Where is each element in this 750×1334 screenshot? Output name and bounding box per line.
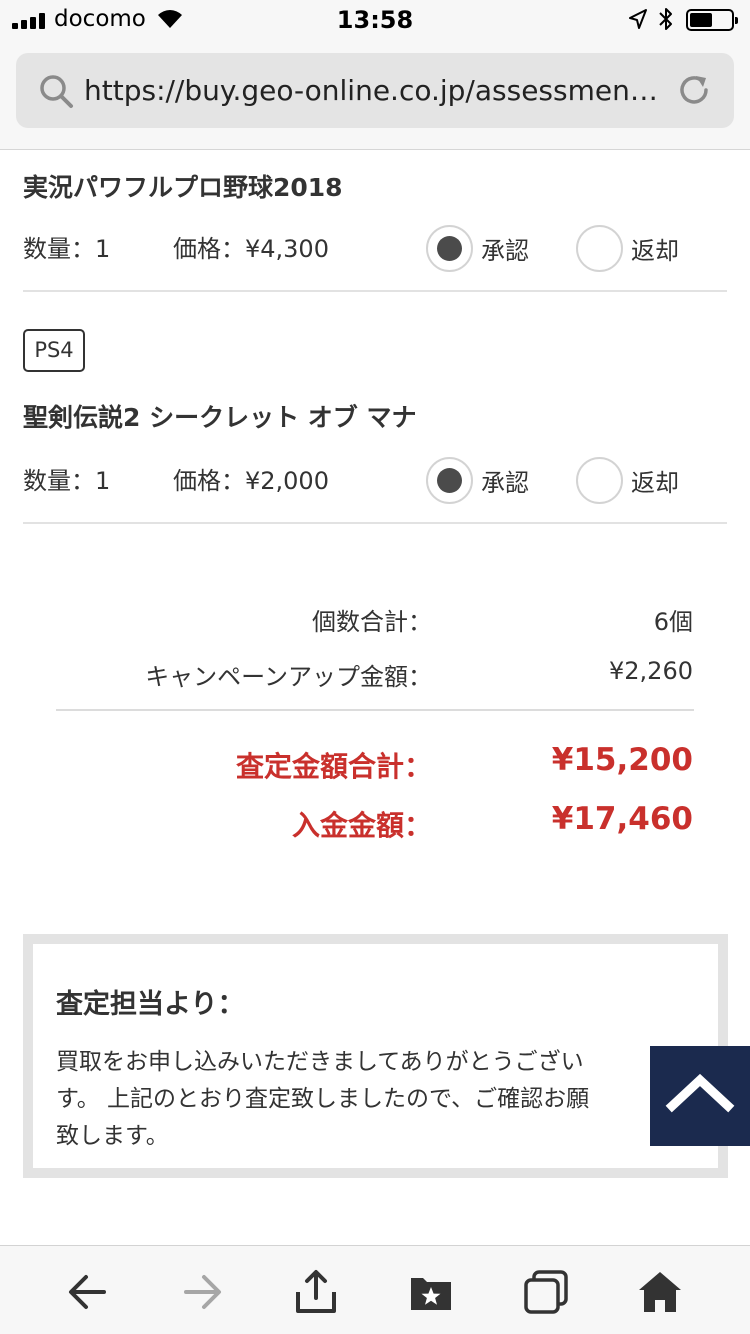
deposit-amount-label: 入金金額： — [291, 809, 432, 842]
location-icon — [629, 9, 647, 29]
product-price: 価格：¥4,300 — [173, 235, 329, 263]
product-quantity: 数量：1 — [23, 467, 111, 495]
return-radio[interactable] — [576, 224, 623, 272]
status-bar: docomo 13:58 — [0, 0, 750, 40]
bluetooth-icon — [659, 8, 672, 30]
return-radio-option[interactable]: 返却 — [576, 456, 679, 504]
return-radio-option[interactable]: 返却 — [576, 224, 679, 272]
campaign-amount-value: ¥2,260 — [609, 657, 693, 685]
browser-address-area: https://buy.geo-online.co.jp/assessment.… — [0, 40, 750, 150]
approve-radio[interactable] — [426, 456, 473, 504]
assessment-total-label: 査定金額合計： — [235, 750, 432, 783]
scroll-to-top-button[interactable] — [650, 1046, 750, 1146]
campaign-amount-label: キャンペーンアップ金額： — [145, 663, 432, 691]
chevron-up-icon — [665, 1073, 735, 1113]
item-count-value: 6個 — [653, 608, 693, 636]
message-title: 査定担当より： — [56, 989, 245, 1020]
deposit-amount-value: ¥17,460 — [551, 801, 693, 837]
totals-divider — [56, 709, 694, 711]
product-title: 聖剣伝説2 シークレット オブ マナ — [23, 403, 417, 432]
message-line: 致します。 — [56, 1123, 169, 1149]
product-title: 実況パワフルプロ野球2018 — [23, 173, 343, 202]
browser-toolbar — [0, 1245, 750, 1334]
share-icon[interactable] — [292, 1268, 340, 1316]
back-icon[interactable] — [64, 1268, 112, 1316]
address-bar[interactable]: https://buy.geo-online.co.jp/assessment.… — [16, 53, 734, 128]
platform-badge: PS4 — [23, 329, 85, 372]
message-line: 買取をお申し込みいただきましてありがとうござい — [56, 1049, 584, 1075]
assessment-total-value: ¥15,200 — [551, 742, 693, 778]
divider — [23, 522, 727, 524]
forward-icon[interactable] — [178, 1268, 226, 1316]
product-quantity: 数量：1 — [23, 235, 111, 263]
reload-icon[interactable] — [676, 72, 712, 108]
return-radio[interactable] — [576, 456, 623, 504]
url-text[interactable]: https://buy.geo-online.co.jp/assessment.… — [84, 73, 664, 109]
approve-radio-option[interactable]: 承認 — [426, 456, 529, 504]
approve-radio[interactable] — [426, 224, 473, 272]
return-label: 返却 — [631, 468, 679, 497]
message-body: 買取をお申し込みいただきましてありがとうござい す。 上記のとおり査定致しました… — [56, 1044, 716, 1155]
product-price: 価格：¥2,000 — [173, 467, 329, 495]
bookmarks-icon[interactable] — [407, 1268, 455, 1316]
divider — [23, 290, 727, 292]
approve-radio-option[interactable]: 承認 — [426, 224, 529, 272]
battery-icon — [686, 9, 738, 31]
message-line: す。 上記のとおり査定致しましたので、ご確認お願 — [56, 1086, 590, 1112]
approve-label: 承認 — [481, 236, 529, 265]
item-count-label: 個数合計： — [312, 608, 432, 636]
return-label: 返却 — [631, 236, 679, 265]
search-icon — [40, 75, 73, 108]
home-icon[interactable] — [636, 1268, 684, 1316]
approve-label: 承認 — [481, 468, 529, 497]
tabs-icon[interactable] — [522, 1268, 570, 1316]
assessor-message-box: 査定担当より： 買取をお申し込みいただきましてありがとうござい す。 上記のとお… — [23, 934, 728, 1178]
